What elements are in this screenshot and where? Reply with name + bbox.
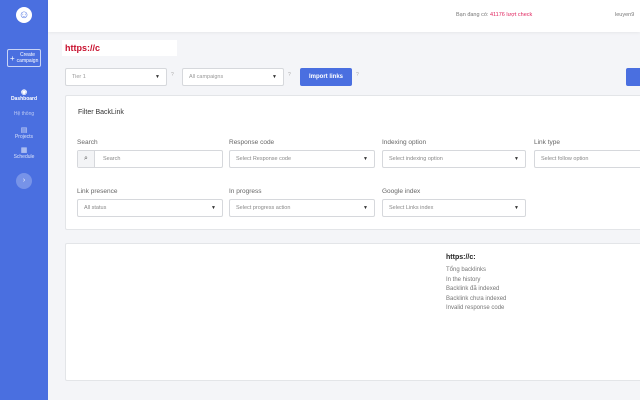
chevron-down-icon: ▼ xyxy=(272,74,277,80)
summary-row: Tổng backlinks xyxy=(446,267,506,273)
page-title: https://c xyxy=(62,40,177,56)
schedule-icon: ▦ xyxy=(0,146,48,154)
tier-value: Tier 1 xyxy=(72,74,86,80)
response-code-select[interactable]: Select Response code ▼ xyxy=(229,150,375,168)
select-value: Select indexing option xyxy=(389,156,443,162)
campaign-value: All campaigns xyxy=(189,74,223,80)
indexing-option-select[interactable]: Select indexing option ▼ xyxy=(382,150,526,168)
chevron-down-icon: ▼ xyxy=(363,156,368,162)
link-presence-label: Link presence xyxy=(77,188,117,195)
create-label: Create campaign xyxy=(17,52,39,64)
select-value: Select follow option xyxy=(541,156,588,162)
sidebar-label: Dashboard xyxy=(11,96,37,102)
sidebar-item-schedule[interactable]: ▦Schedule xyxy=(0,143,48,163)
indexing-option-label: Indexing option xyxy=(382,139,426,146)
logo-icon[interactable]: ☺ xyxy=(16,7,32,23)
in-progress-select[interactable]: Select progress action ▼ xyxy=(229,199,375,217)
user-menu[interactable]: leuyen9 xyxy=(615,12,634,18)
select-value: All status xyxy=(84,205,106,211)
select-value: Select progress action xyxy=(236,205,290,211)
summary-card xyxy=(65,243,640,381)
in-progress-label: In progress xyxy=(229,188,262,195)
import-links-button[interactable]: Import links xyxy=(300,68,352,86)
link-type-label: Link type xyxy=(534,139,560,146)
action-button[interactable] xyxy=(626,68,640,86)
summary-title: https://c: xyxy=(446,254,506,261)
search-input[interactable]: ⌕Search xyxy=(77,150,223,168)
help-icon[interactable]: ? xyxy=(356,72,359,78)
projects-icon: ▤ xyxy=(0,126,48,134)
sidebar-item-dashboard[interactable]: ◉Dashboard xyxy=(0,85,48,105)
sidebar-toggle-button[interactable]: › xyxy=(16,173,32,189)
summary-row: Backlink đã indexed xyxy=(446,286,506,292)
create-campaign-button[interactable]: +Create campaign xyxy=(7,49,41,67)
link-type-select[interactable]: Select follow option xyxy=(534,150,640,168)
credits-value: 41176 lượt check xyxy=(490,12,532,18)
response-code-label: Response code xyxy=(229,139,274,146)
chevron-down-icon: ▼ xyxy=(363,205,368,211)
campaign-select[interactable]: All campaigns ▼ xyxy=(182,68,284,86)
search-placeholder: Search xyxy=(95,151,128,167)
dashboard-icon: ◉ xyxy=(0,88,48,96)
help-icon[interactable]: ? xyxy=(171,72,174,78)
chevron-down-icon: ▼ xyxy=(211,205,216,211)
select-value: Select Response code xyxy=(236,156,291,162)
sidebar: ☺ +Create campaign ◉Dashboard Hệ thống ▤… xyxy=(0,0,48,400)
link-presence-select[interactable]: All status ▼ xyxy=(77,199,223,217)
summary-row: In the history xyxy=(446,277,506,283)
search-label: Search xyxy=(77,139,98,146)
search-icon: ⌕ xyxy=(78,151,95,167)
help-icon[interactable]: ? xyxy=(288,72,291,78)
filter-card: Filter BackLink Search ⌕Search Response … xyxy=(65,95,640,230)
credits-status: Bạn đang có: 41176 lượt check xyxy=(456,12,532,18)
sidebar-item-projects[interactable]: ▤Projects xyxy=(0,123,48,143)
sidebar-label: Schedule xyxy=(14,154,35,160)
select-value: Select Links index xyxy=(389,205,433,211)
chevron-down-icon: ▼ xyxy=(514,205,519,211)
chevron-down-icon: ▼ xyxy=(155,74,160,80)
top-header xyxy=(48,0,640,32)
sidebar-section-label: Hệ thống xyxy=(0,111,48,117)
summary-list: https://c: Tổng backlinks In the history… xyxy=(446,254,506,315)
tier-select[interactable]: Tier 1 ▼ xyxy=(65,68,167,86)
chevron-down-icon: ▼ xyxy=(514,156,519,162)
summary-row: Invalid response code xyxy=(446,305,506,311)
credits-prefix: Bạn đang có: xyxy=(456,12,488,18)
plus-icon: + xyxy=(10,54,15,63)
filter-title: Filter BackLink xyxy=(78,109,124,116)
sidebar-label: Projects xyxy=(15,134,33,140)
summary-row: Backlink chưa indexed xyxy=(446,296,506,302)
google-index-select[interactable]: Select Links index ▼ xyxy=(382,199,526,217)
google-index-label: Google index xyxy=(382,188,420,195)
